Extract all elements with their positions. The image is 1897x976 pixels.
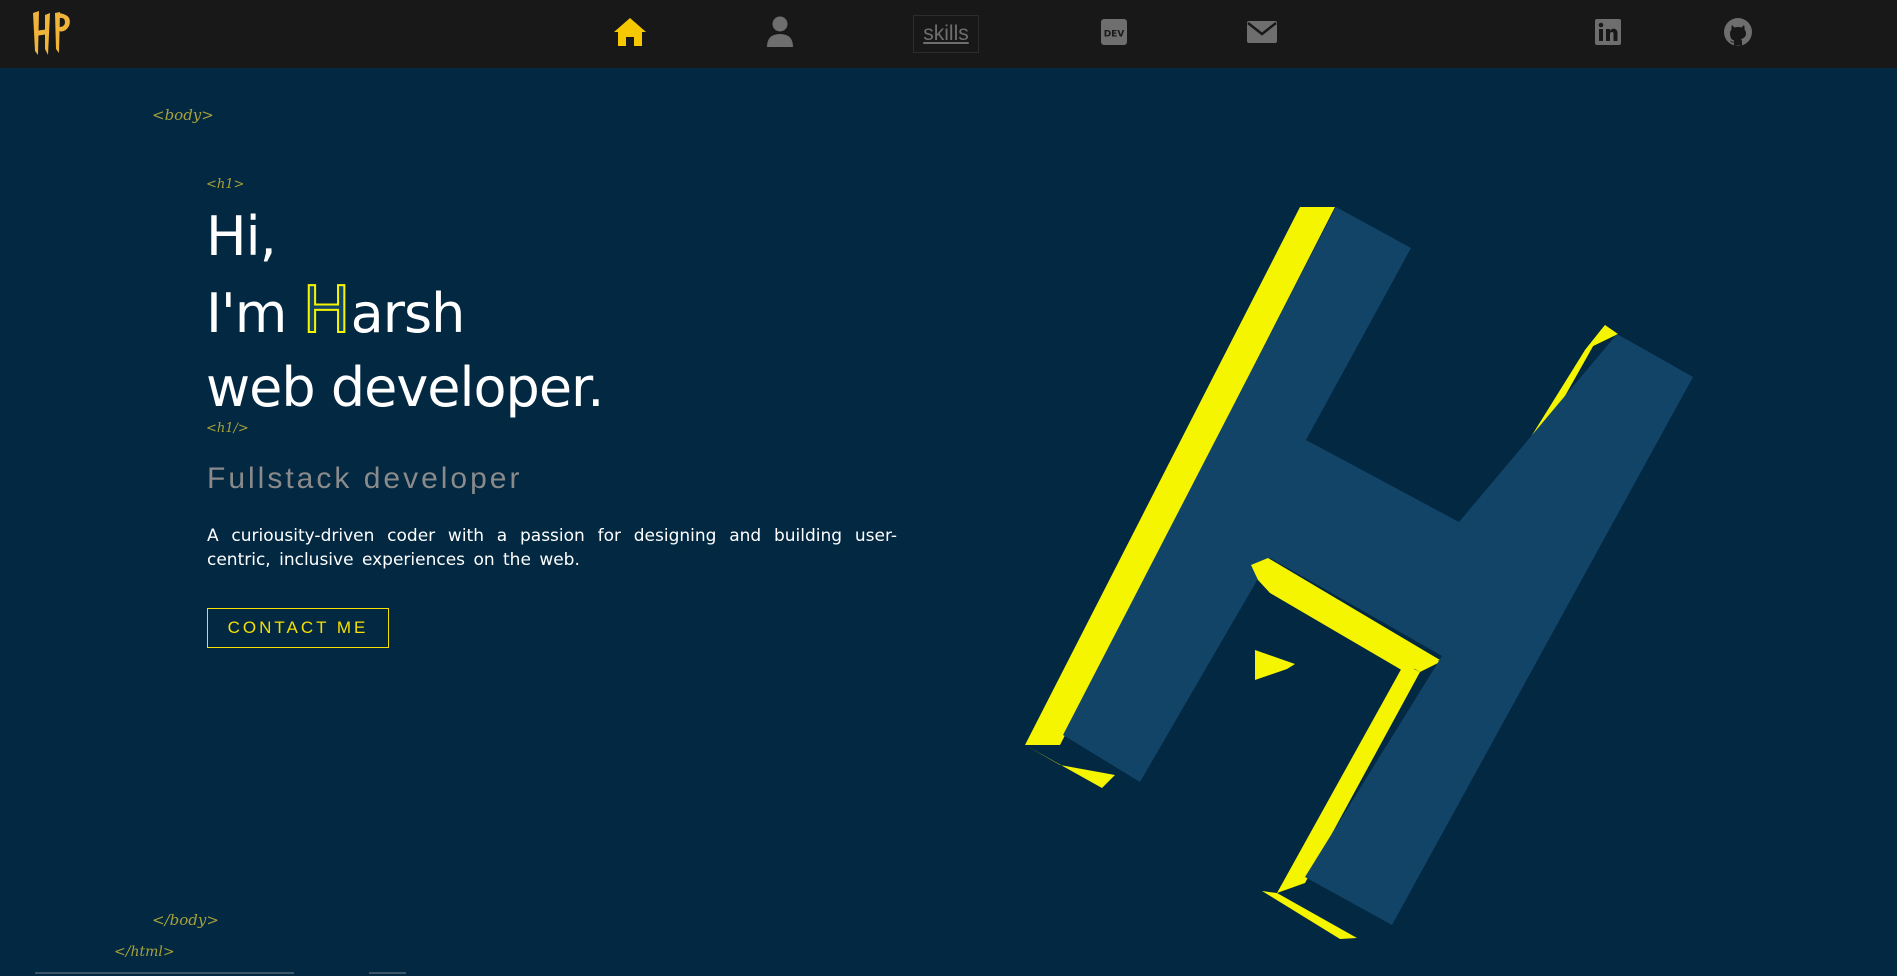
top-navbar: skills DEV: [0, 0, 1897, 68]
envelope-icon: [1247, 21, 1277, 43]
user-icon: [767, 16, 793, 47]
hp-logo-icon: [33, 11, 70, 55]
nav-mail-button[interactable]: [1244, 14, 1280, 50]
headline-greeting: Hi,: [206, 205, 277, 268]
scrollbar-thumb: [369, 972, 406, 974]
headline-name-line: I'm Harsh: [206, 273, 603, 351]
dev-icon: DEV: [1101, 19, 1127, 45]
nav-github-button[interactable]: [1720, 14, 1756, 50]
scrollbar-track: [35, 972, 294, 974]
linkedin-icon: [1595, 19, 1621, 45]
hero-headline: Hi, I'm Harsh web developer.: [206, 200, 604, 425]
h1-close-tag: <h1/>: [206, 421, 249, 436]
nav-dev-button[interactable]: DEV: [1096, 14, 1132, 50]
contact-me-button[interactable]: CONTACT ME: [207, 608, 389, 648]
github-icon: [1724, 18, 1752, 46]
body-open-tag: <body>: [152, 106, 214, 124]
headline-role: web developer.: [206, 356, 604, 419]
h-logo-illustration: [1025, 207, 1693, 939]
name-rest: arsh: [350, 282, 466, 345]
name-initial: H: [302, 273, 352, 349]
hero-description: A curiousity-driven coder with a passion…: [207, 526, 897, 570]
dev-icon-label: DEV: [1104, 30, 1125, 40]
nav-home-button[interactable]: [612, 14, 648, 50]
nav-about-button[interactable]: [762, 14, 798, 50]
home-icon: [614, 18, 646, 46]
body-close-tag: </body>: [152, 911, 219, 929]
html-close-tag: </html>: [114, 944, 175, 960]
nav-skills-link[interactable]: skills: [913, 15, 979, 53]
h1-open-tag: <h1>: [206, 177, 245, 192]
headline-im: I'm: [206, 282, 303, 345]
brand-logo[interactable]: [27, 5, 77, 61]
hero-subtitle: Fullstack developer: [207, 462, 523, 495]
nav-linkedin-button[interactable]: [1590, 14, 1626, 50]
